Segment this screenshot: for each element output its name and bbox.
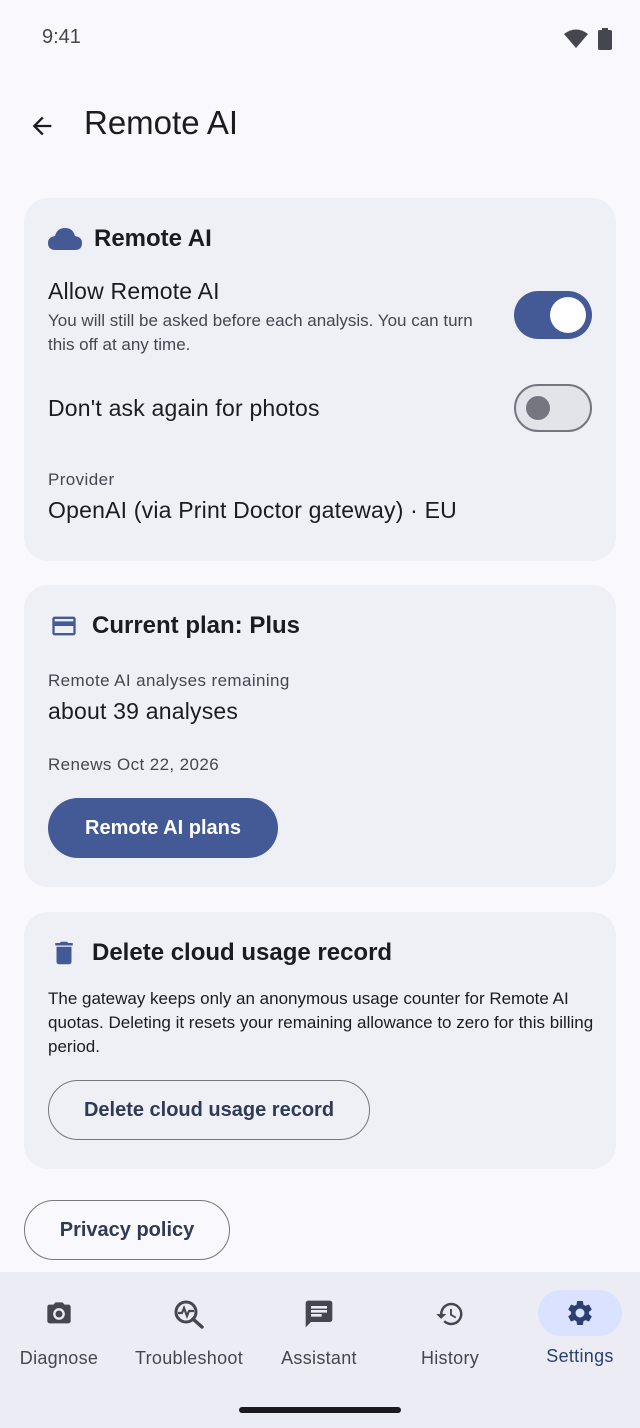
camera-icon <box>27 1294 91 1334</box>
privacy-policy-button[interactable]: Privacy policy <box>24 1200 230 1260</box>
plan-card-header: Current plan: Plus <box>48 612 300 640</box>
nav-label-troubleshoot: Troubleshoot <box>135 1348 243 1368</box>
status-icons <box>564 28 612 50</box>
delete-card-header: Delete cloud usage record <box>48 938 392 968</box>
allow-remote-ai-toggle[interactable] <box>514 291 592 339</box>
allow-remote-ai-title: Allow Remote AI <box>48 278 220 304</box>
remote-ai-card-title: Remote AI <box>94 225 212 252</box>
troubleshoot-icon <box>157 1294 221 1334</box>
bottom-navigation: Diagnose Troubleshoot Assistant History … <box>0 1272 640 1428</box>
dont-ask-photos-title: Don't ask again for photos <box>48 395 320 421</box>
remaining-label: Remote AI analyses remaining <box>48 671 290 690</box>
back-button[interactable] <box>24 106 60 146</box>
status-time: 9:41 <box>42 26 81 48</box>
allow-remote-ai-description: You will still be asked before each anal… <box>48 311 473 354</box>
nav-label-history: History <box>420 1348 480 1368</box>
delete-cloud-usage-button[interactable]: Delete cloud usage record <box>48 1080 370 1140</box>
dont-ask-photos-toggle[interactable] <box>514 384 592 432</box>
nav-item-troubleshoot[interactable]: Troubleshoot <box>125 1272 253 1382</box>
history-icon <box>418 1294 482 1334</box>
trash-icon <box>55 941 73 965</box>
delete-card-description: The gateway keeps only an anonymous usag… <box>48 989 594 1056</box>
nav-item-settings[interactable]: Settings <box>516 1272 640 1382</box>
chat-icon <box>287 1294 351 1334</box>
nav-item-diagnose[interactable]: Diagnose <box>0 1272 123 1382</box>
remote-ai-plans-button[interactable]: Remote AI plans <box>48 798 278 858</box>
toggle-knob <box>550 297 586 333</box>
provider-value: OpenAI (via Print Doctor gateway) · EU <box>48 497 457 523</box>
remote-ai-card-header: Remote AI <box>48 225 212 253</box>
renews-date: Renews Oct 22, 2026 <box>48 755 220 774</box>
remaining-value: about 39 analyses <box>48 698 239 724</box>
nav-item-assistant[interactable]: Assistant <box>255 1272 383 1382</box>
delete-card-title: Delete cloud usage record <box>92 939 393 966</box>
plan-title: Current plan: Plus <box>92 612 301 639</box>
nav-item-history[interactable]: History <box>386 1272 514 1382</box>
home-indicator <box>239 1407 401 1413</box>
nav-label-diagnose: Diagnose <box>19 1348 99 1368</box>
nav-label-assistant: Assistant <box>281 1348 357 1368</box>
page-title: Remote AI <box>84 104 239 141</box>
cloud-icon <box>48 228 82 250</box>
arrow-back-icon <box>32 116 52 136</box>
toggle-knob <box>526 396 550 420</box>
nav-label-settings: Settings <box>546 1346 614 1366</box>
battery-icon <box>598 28 612 50</box>
provider-label: Provider <box>48 470 115 489</box>
gear-icon <box>538 1290 622 1336</box>
wifi-icon <box>564 29 588 48</box>
credit-card-icon <box>52 616 76 636</box>
